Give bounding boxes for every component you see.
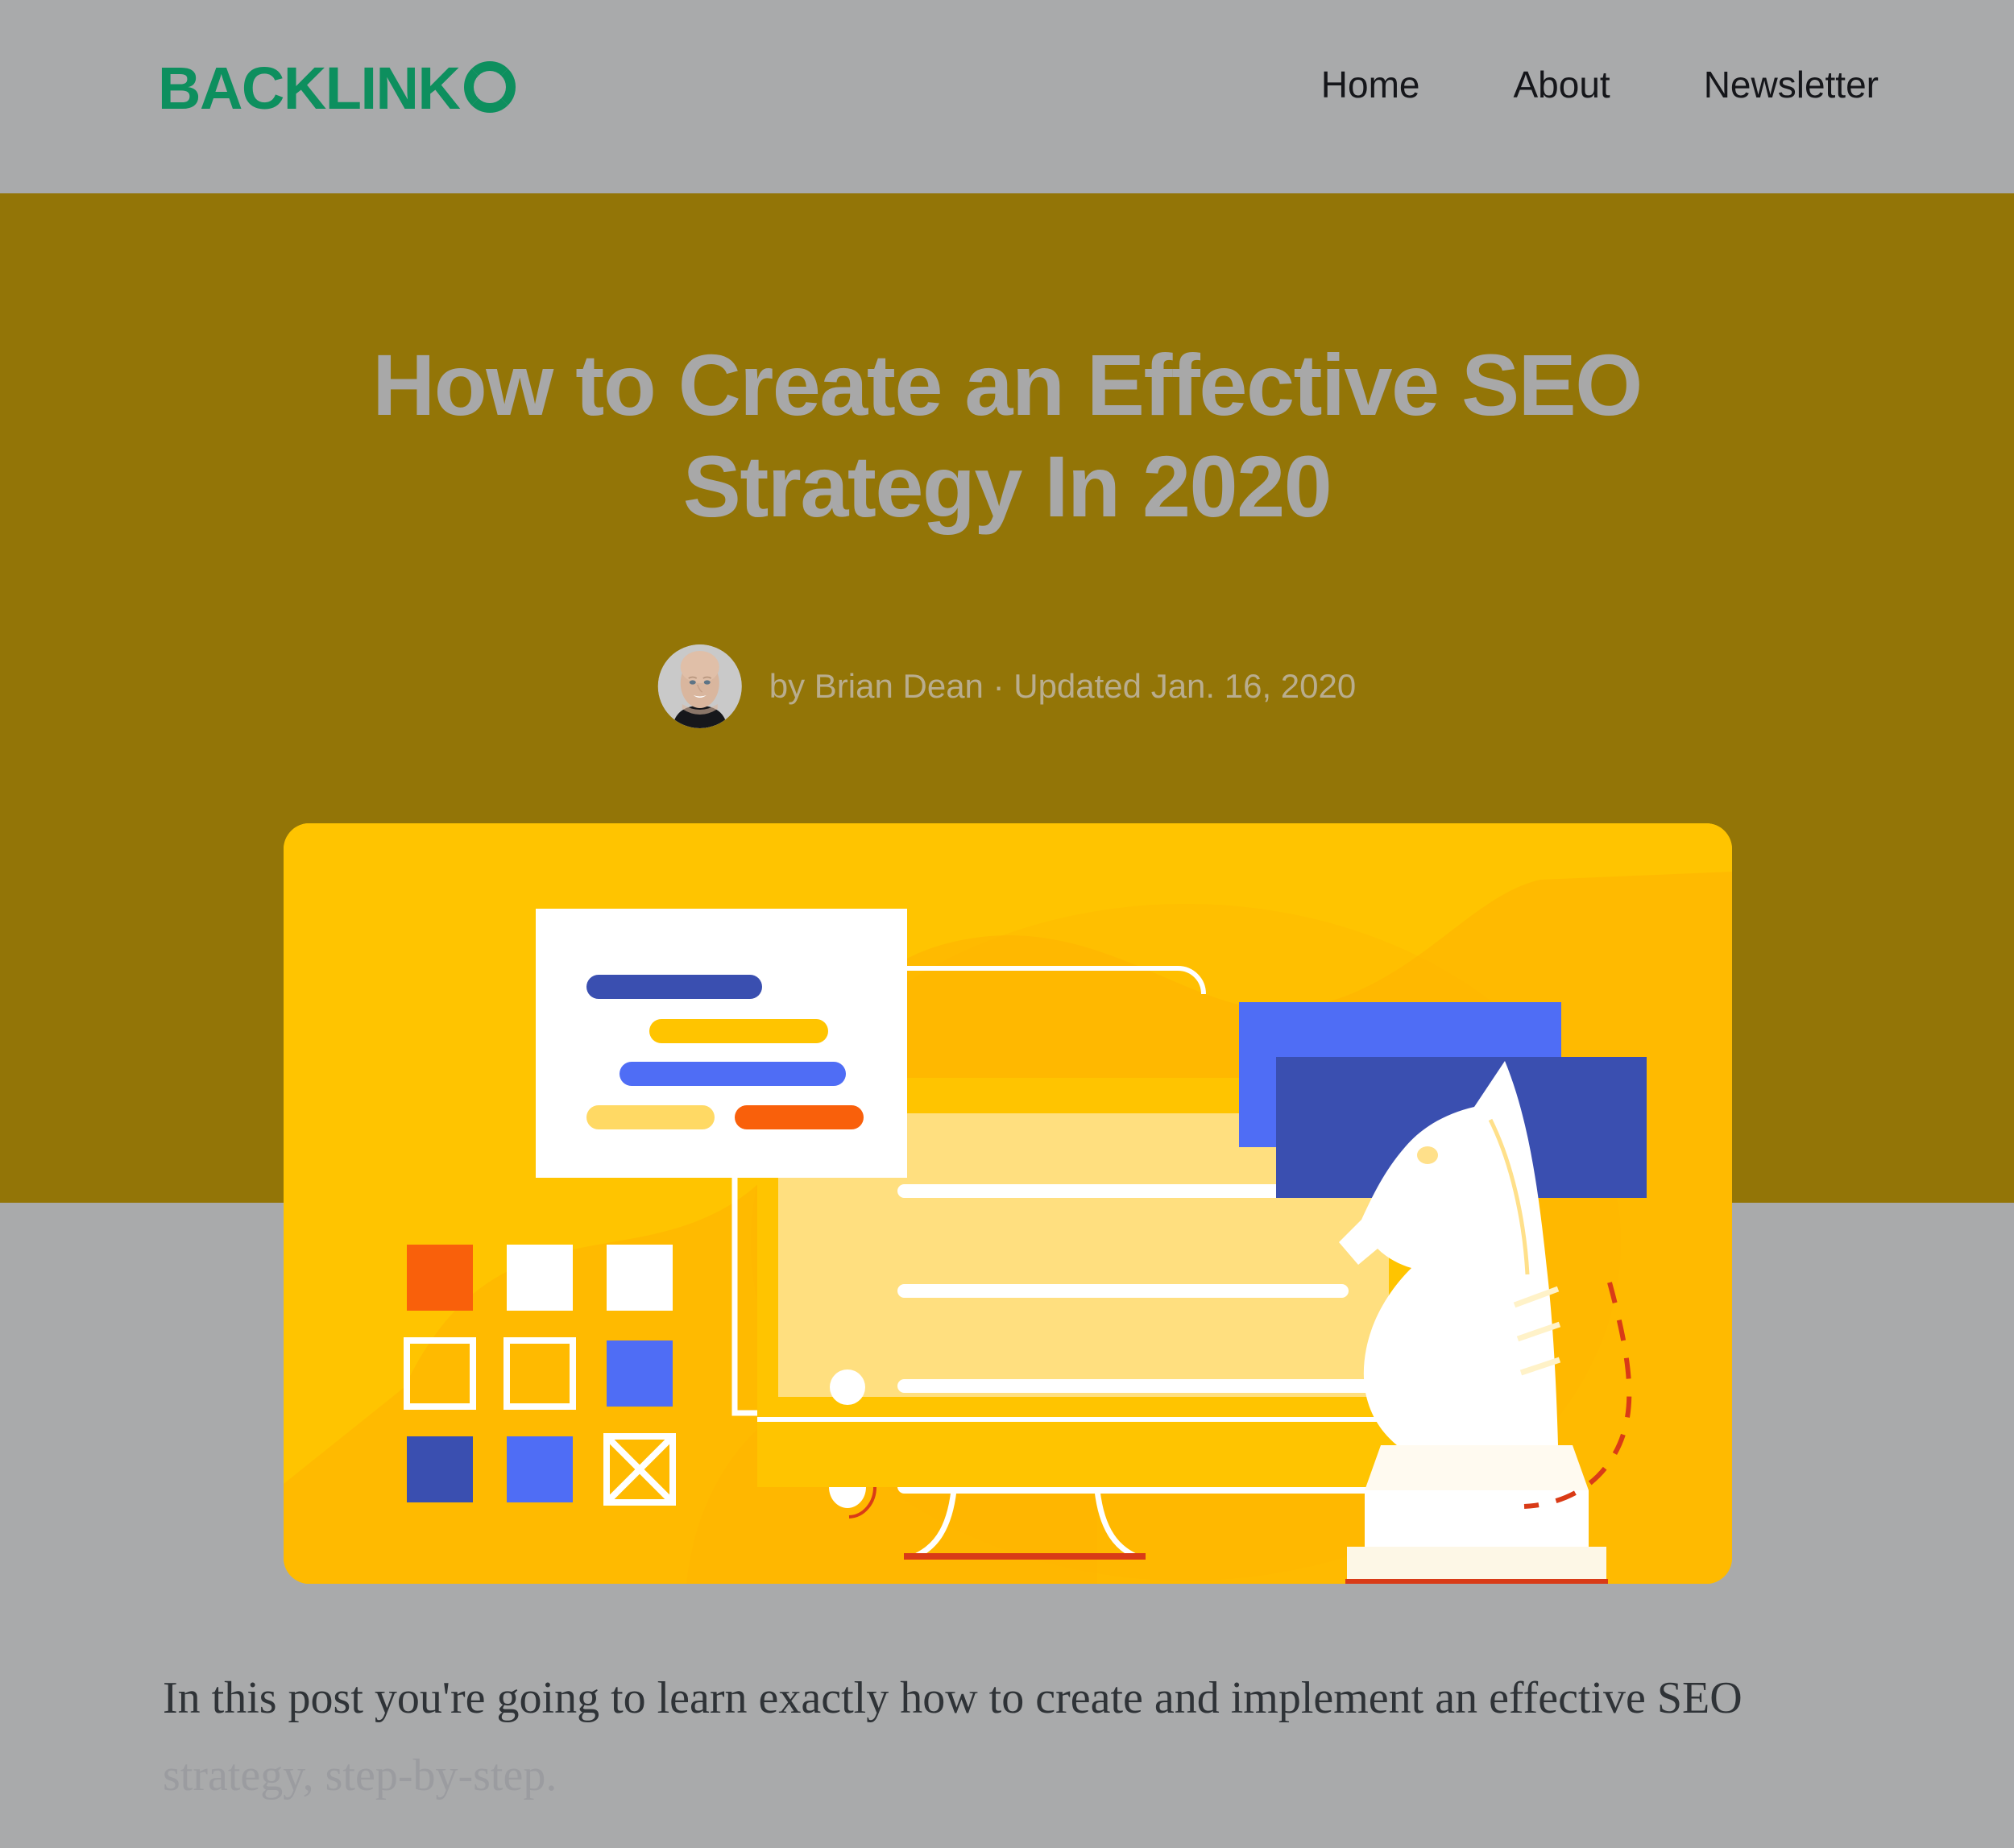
intro-paragraph-lead: In this post you're going to learn exact…: [163, 1673, 1743, 1723]
nav-item-newsletter[interactable]: Newsletter: [1704, 66, 1879, 103]
intro-paragraph: In this post you're going to learn exact…: [163, 1659, 1887, 1815]
main-navigation: Home About Newsletter: [1321, 66, 1879, 103]
brand-wordmark: BACKLINK: [158, 55, 461, 122]
hero-illustration: [284, 823, 1732, 1584]
byline-text: by Brian Dean · Updated Jan. 16, 2020: [769, 667, 1357, 705]
byline: by Brian Dean · Updated Jan. 16, 2020: [657, 644, 1357, 728]
page-title: How to Create an Effective SEO Strategy …: [372, 336, 1643, 536]
site-header: BACKLINK Home About Newsletter: [0, 0, 2014, 193]
brand-logo[interactable]: BACKLINK: [158, 58, 519, 119]
segmented-ring-icon: [461, 58, 519, 120]
nav-item-about[interactable]: About: [1513, 66, 1610, 103]
nav-item-home[interactable]: Home: [1321, 66, 1420, 103]
intro-paragraph-tail: strategy, step-by-step.: [163, 1751, 557, 1801]
avatar: [657, 644, 742, 728]
